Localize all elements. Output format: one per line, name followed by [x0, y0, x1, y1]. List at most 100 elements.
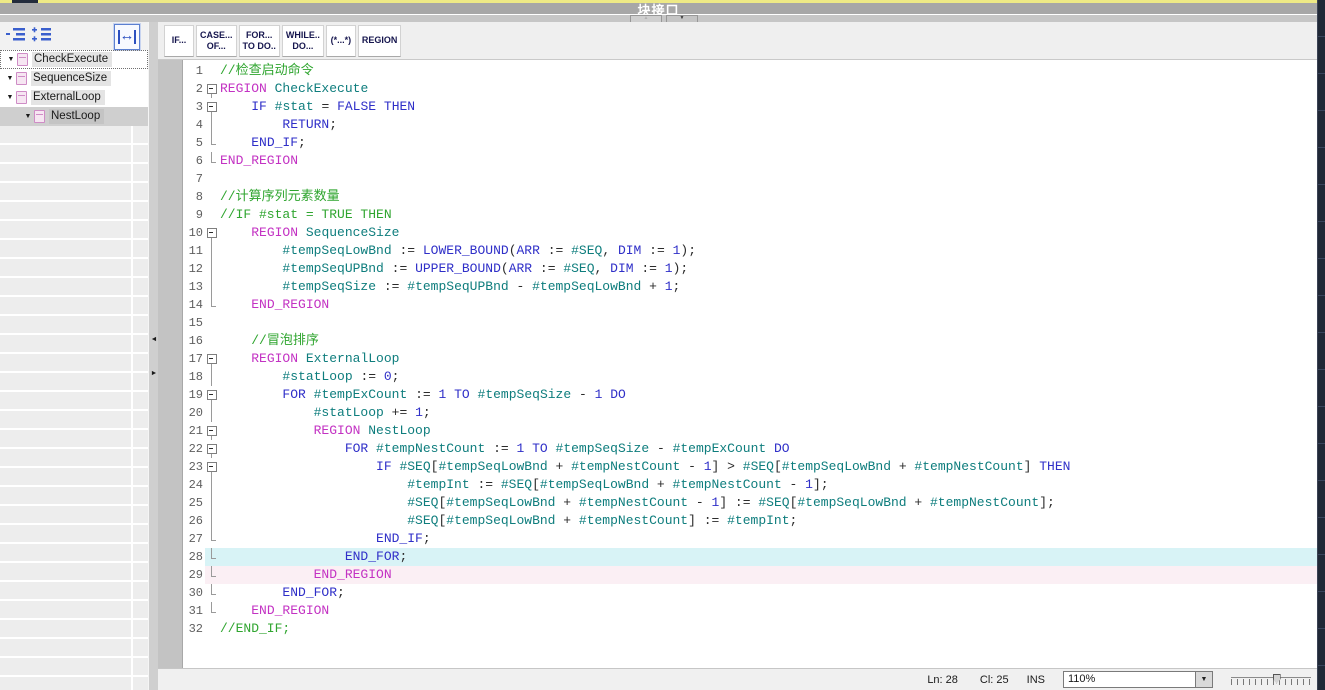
- code-line-16[interactable]: 16 //冒泡排序: [183, 332, 1317, 350]
- region-icon: [34, 110, 45, 123]
- expand-triangle-icon[interactable]: ▼: [5, 56, 17, 63]
- scl-editor-window: 块接口 ▲ ▼ ↔ ▼CheckExecu: [0, 0, 1325, 690]
- code-line-28[interactable]: 28 END_FOR;: [183, 548, 1317, 566]
- zoom-slider-ticks: [1231, 679, 1311, 685]
- fold-guide: [205, 188, 220, 206]
- code-text: IF #SEQ[#tempSeqLowBnd + #tempNestCount …: [220, 458, 1070, 476]
- tree-item-externalloop[interactable]: ▼ ExternalLoop: [0, 88, 148, 107]
- line-number: 18: [183, 368, 205, 386]
- code-line-6[interactable]: 6END_REGION: [183, 152, 1317, 170]
- code-line-25[interactable]: 25 #SEQ[#tempSeqLowBnd + #tempNestCount …: [183, 494, 1317, 512]
- code-line-12[interactable]: 12 #tempSeqUPBnd := UPPER_BOUND(ARR := #…: [183, 260, 1317, 278]
- status-column-indicator: Cl: 25: [980, 674, 1009, 686]
- tree-item-nestloop[interactable]: ▼NestLoop: [0, 107, 148, 126]
- code-line-18[interactable]: 18 #statLoop := 0;: [183, 368, 1317, 386]
- fold-collapse-icon[interactable]: [205, 458, 220, 476]
- fold-collapse-icon[interactable]: [205, 80, 220, 98]
- code-line-19[interactable]: 19 FOR #tempExCount := 1 TO #tempSeqSize…: [183, 386, 1317, 404]
- expand-triangle-icon[interactable]: ▼: [4, 94, 16, 101]
- sync-split-icon[interactable]: ↔: [114, 24, 140, 50]
- fold-box-minus-icon[interactable]: [207, 228, 217, 238]
- pane-splitter[interactable]: ◄ ►: [148, 22, 158, 690]
- code-line-11[interactable]: 11 #tempSeqLowBnd := LOWER_BOUND(ARR := …: [183, 242, 1317, 260]
- toolbar-button-case-of[interactable]: CASE...OF...: [196, 25, 237, 57]
- line-number: 16: [183, 332, 205, 350]
- code-line-4[interactable]: 4 RETURN;: [183, 116, 1317, 134]
- code-line-22[interactable]: 22 FOR #tempNestCount := 1 TO #tempSeqSi…: [183, 440, 1317, 458]
- line-number: 7: [183, 170, 205, 188]
- fold-collapse-icon[interactable]: [205, 440, 220, 458]
- toolbar-button-region[interactable]: REGION: [358, 25, 402, 57]
- line-number: 14: [183, 296, 205, 314]
- code-line-15[interactable]: 15: [183, 314, 1317, 332]
- fold-box-minus-icon[interactable]: [207, 84, 217, 94]
- code-line-17[interactable]: 17 REGION ExternalLoop: [183, 350, 1317, 368]
- code-line-21[interactable]: 21 REGION NestLoop: [183, 422, 1317, 440]
- code-line-20[interactable]: 20 #statLoop += 1;: [183, 404, 1317, 422]
- toolbar-button-comment[interactable]: (*...*): [326, 25, 356, 57]
- tree-item-checkexecute[interactable]: ▼CheckExecute: [0, 50, 148, 69]
- sync-split-glyph: ↔: [115, 25, 139, 47]
- code-line-26[interactable]: 26 #SEQ[#tempSeqLowBnd + #tempNestCount]…: [183, 512, 1317, 530]
- code-line-29[interactable]: 29 END_REGION: [183, 566, 1317, 584]
- code-text: FOR #tempNestCount := 1 TO #tempSeqSize …: [220, 440, 790, 458]
- code-text: //计算序列元素数量: [220, 188, 340, 206]
- fold-box-minus-icon[interactable]: [207, 102, 217, 112]
- fold-box-minus-icon[interactable]: [207, 354, 217, 364]
- code-line-7[interactable]: 7: [183, 170, 1317, 188]
- code-line-30[interactable]: 30 END_FOR;: [183, 584, 1317, 602]
- fold-collapse-icon[interactable]: [205, 98, 220, 116]
- zoom-level-select[interactable]: 110% ▼: [1063, 671, 1213, 688]
- zoom-slider[interactable]: [1231, 674, 1311, 686]
- code-line-23[interactable]: 23 IF #SEQ[#tempSeqLowBnd + #tempNestCou…: [183, 458, 1317, 476]
- code-line-13[interactable]: 13 #tempSeqSize := #tempSeqUPBnd - #temp…: [183, 278, 1317, 296]
- collapse-all-icon[interactable]: [6, 27, 28, 43]
- code-line-27[interactable]: 27 END_IF;: [183, 530, 1317, 548]
- fold-guide: [205, 548, 220, 566]
- fold-guide: [205, 332, 220, 350]
- fold-guide: [205, 170, 220, 188]
- scl-code-editor: IF...CASE...OF...FOR...TO DO..WHILE..DO.…: [158, 22, 1317, 690]
- code-line-24[interactable]: 24 #tempInt := #SEQ[#tempSeqLowBnd + #te…: [183, 476, 1317, 494]
- expand-triangle-icon[interactable]: ▼: [4, 75, 16, 82]
- code-line-31[interactable]: 31 END_REGION: [183, 602, 1317, 620]
- chevron-down-icon[interactable]: ▼: [1195, 672, 1212, 687]
- code-line-1[interactable]: 1//检查启动命令: [183, 62, 1317, 80]
- expand-triangle-icon[interactable]: ▼: [22, 113, 34, 120]
- fold-box-minus-icon[interactable]: [207, 390, 217, 400]
- line-number: 24: [183, 476, 205, 494]
- fold-collapse-icon[interactable]: [205, 224, 220, 242]
- fold-collapse-icon[interactable]: [205, 386, 220, 404]
- status-insert-mode: INS: [1027, 674, 1045, 686]
- code-area[interactable]: 1//检查启动命令2REGION CheckExecute3 IF #stat …: [158, 60, 1317, 668]
- line-number: 31: [183, 602, 205, 620]
- code-line-32[interactable]: 32//END_IF;: [183, 620, 1317, 638]
- code-line-2[interactable]: 2REGION CheckExecute: [183, 80, 1317, 98]
- code-text: END_IF;: [220, 134, 306, 152]
- toolbar-button-while-do[interactable]: WHILE..DO...: [282, 25, 324, 57]
- code-line-9[interactable]: 9//IF #stat = TRUE THEN: [183, 206, 1317, 224]
- toolbar-button-for-to-do[interactable]: FOR...TO DO..: [239, 25, 280, 57]
- code-text: REGION SequenceSize: [220, 224, 399, 242]
- code-line-5[interactable]: 5 END_IF;: [183, 134, 1317, 152]
- code-text: #tempSeqSize := #tempSeqUPBnd - #tempSeq…: [220, 278, 680, 296]
- fold-collapse-icon[interactable]: [205, 350, 220, 368]
- fold-guide: [205, 584, 220, 602]
- fold-collapse-icon[interactable]: [205, 422, 220, 440]
- tree-item-sequencesize[interactable]: ▼SequenceSize: [0, 69, 148, 88]
- fold-box-minus-icon[interactable]: [207, 462, 217, 472]
- fold-guide: [205, 296, 220, 314]
- code-line-10[interactable]: 10 REGION SequenceSize: [183, 224, 1317, 242]
- code-line-14[interactable]: 14 END_REGION: [183, 296, 1317, 314]
- line-number: 29: [183, 566, 205, 584]
- toolbar-button-if[interactable]: IF...: [164, 25, 194, 57]
- fold-box-minus-icon[interactable]: [207, 444, 217, 454]
- fold-box-minus-icon[interactable]: [207, 426, 217, 436]
- code-line-3[interactable]: 3 IF #stat = FALSE THEN: [183, 98, 1317, 116]
- tree-item-label: ExternalLoop: [31, 90, 105, 105]
- code-line-8[interactable]: 8//计算序列元素数量: [183, 188, 1317, 206]
- expand-all-icon[interactable]: [32, 27, 54, 43]
- line-number: 27: [183, 530, 205, 548]
- code-text: #SEQ[#tempSeqLowBnd + #tempNestCount - 1…: [220, 494, 1055, 512]
- fold-guide: [205, 260, 220, 278]
